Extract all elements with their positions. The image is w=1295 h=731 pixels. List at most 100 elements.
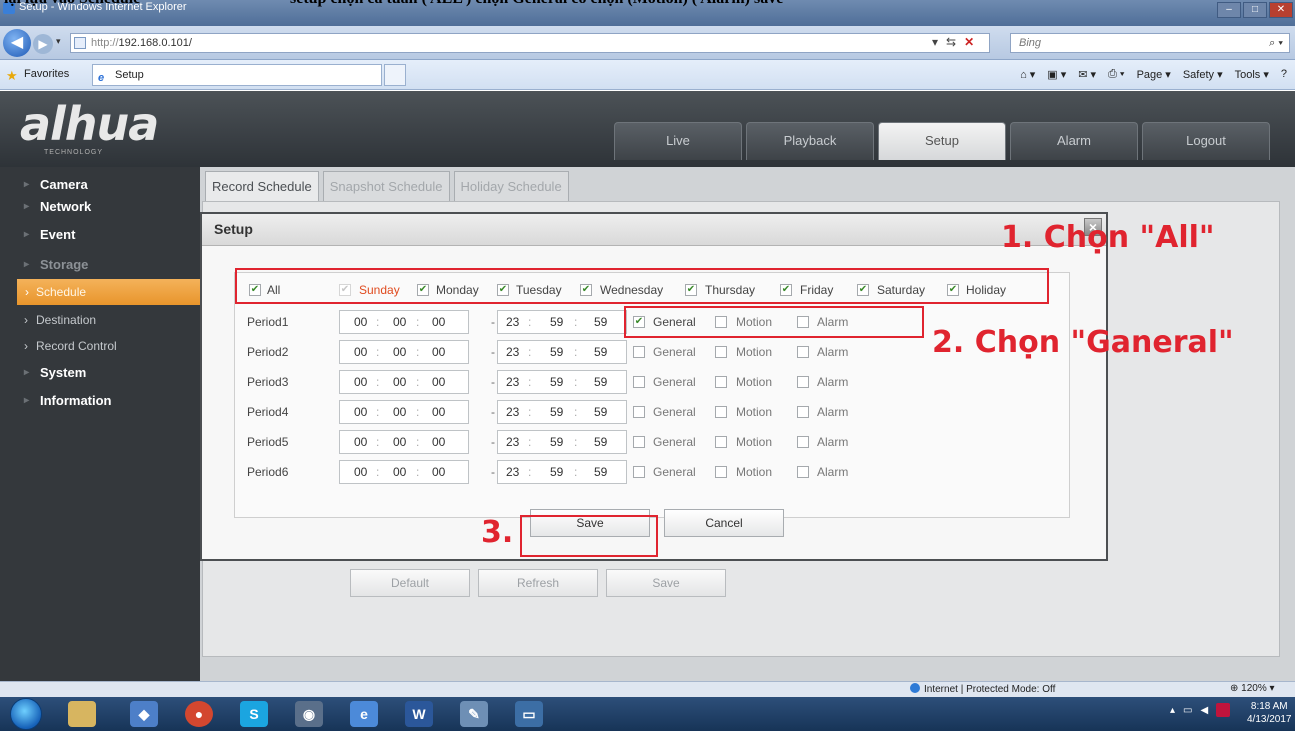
general-checkbox[interactable] xyxy=(633,376,645,388)
tray-arrow-icon[interactable]: ▴ xyxy=(1170,705,1175,716)
start-time-input[interactable]: 00: 00: 00 xyxy=(339,430,469,454)
action-center-icon[interactable] xyxy=(1216,703,1231,717)
search-input[interactable]: Bing ⌕ ▾ xyxy=(1010,33,1290,53)
start-time-input[interactable]: 00: 00: 00 xyxy=(339,400,469,424)
word-icon[interactable]: W xyxy=(405,701,433,727)
forward-button[interactable]: ▶ xyxy=(33,34,53,54)
url-scheme: http:// xyxy=(91,37,119,49)
annotation-box-general xyxy=(624,306,924,338)
sidebar-item-schedule[interactable]: Schedule xyxy=(17,279,200,305)
chrome-icon[interactable]: ● xyxy=(185,701,213,727)
vlc-icon[interactable]: ◆ xyxy=(130,701,158,727)
search-icon[interactable]: ⌕ ▾ xyxy=(1269,34,1283,52)
motion-label: Motion xyxy=(736,435,773,449)
favorites-button[interactable]: Favorites xyxy=(24,68,69,80)
nav-live[interactable]: Live xyxy=(614,122,742,160)
general-label: General xyxy=(653,345,696,359)
sidebar-item-system[interactable]: System xyxy=(0,359,200,387)
page-header: alhua TECHNOLOGY Live Playback Setup Ala… xyxy=(0,91,1295,167)
history-dropdown-icon[interactable]: ▾ xyxy=(56,36,61,47)
tools-menu[interactable]: Tools ▾ xyxy=(1235,68,1269,81)
general-label: General xyxy=(653,375,696,389)
tab-holiday-schedule[interactable]: Holiday Schedule xyxy=(453,171,569,201)
sidebar-item-destination[interactable]: Destination xyxy=(0,307,200,333)
nav-alarm[interactable]: Alarm xyxy=(1010,122,1138,160)
end-time-input[interactable]: 23: 59: 59 xyxy=(497,370,627,394)
taskbar-clock[interactable]: 8:18 AM 4/13/2017 xyxy=(1247,700,1292,726)
skype-icon[interactable]: S xyxy=(240,701,268,727)
dropdown-icon[interactable]: ▾ xyxy=(932,35,938,49)
motion-checkbox[interactable] xyxy=(715,466,727,478)
motion-checkbox[interactable] xyxy=(715,346,727,358)
alarm-checkbox[interactable] xyxy=(797,346,809,358)
explorer-icon[interactable] xyxy=(68,701,96,727)
dialog-cancel-button[interactable]: Cancel xyxy=(664,509,784,537)
stop-icon[interactable]: ✕ xyxy=(964,35,974,49)
motion-label: Motion xyxy=(736,345,773,359)
start-time-input[interactable]: 00: 00: 00 xyxy=(339,370,469,394)
alarm-checkbox[interactable] xyxy=(797,376,809,388)
page-menu[interactable]: Page ▾ xyxy=(1137,68,1171,81)
print-icon[interactable]: ⎙ ▾ xyxy=(1108,68,1124,81)
windows-taskbar: ◆ ● S ◉ e W ✎ ▭ ▴ ▭ ◀ 8:18 AM 4/13/2017 xyxy=(0,697,1295,731)
help-icon[interactable]: ? xyxy=(1281,68,1287,81)
nav-logout[interactable]: Logout xyxy=(1142,122,1270,160)
sidebar-item-network[interactable]: Network xyxy=(0,193,200,221)
home-icon[interactable]: ⌂ ▾ xyxy=(1020,68,1035,81)
favorites-star-icon[interactable]: ★ xyxy=(6,68,18,84)
end-time-input[interactable]: 23: 59: 59 xyxy=(497,310,627,334)
feeds-icon[interactable]: ▣ ▾ xyxy=(1047,68,1066,81)
sidebar-item-information[interactable]: Information xyxy=(0,387,200,415)
mail-icon[interactable]: ✉ ▾ xyxy=(1078,68,1096,81)
general-checkbox[interactable] xyxy=(633,346,645,358)
period-row: Period3 00: 00: 00 - 23: 59: 59 General xyxy=(235,367,1069,397)
network-icon[interactable]: ▭ xyxy=(1183,705,1192,716)
start-time-input[interactable]: 00: 00: 00 xyxy=(339,310,469,334)
start-button[interactable] xyxy=(10,698,42,730)
ie-tab-icon: e xyxy=(98,72,105,84)
ie-taskbar-icon[interactable]: e xyxy=(350,701,378,727)
end-time-input[interactable]: 23: 59: 59 xyxy=(497,340,627,364)
alarm-checkbox[interactable] xyxy=(797,436,809,448)
browser-tab-setup[interactable]: e Setup xyxy=(92,64,382,86)
general-checkbox[interactable] xyxy=(633,406,645,418)
tab-snapshot-schedule[interactable]: Snapshot Schedule xyxy=(322,171,450,201)
motion-checkbox[interactable] xyxy=(715,376,727,388)
url-input[interactable]: http://192.168.0.101/ xyxy=(70,33,990,53)
page-save-button[interactable]: Save xyxy=(606,569,726,597)
camera-app-icon[interactable]: ◉ xyxy=(295,701,323,727)
sidebar-item-storage[interactable]: Storage xyxy=(0,251,200,279)
alarm-checkbox[interactable] xyxy=(797,406,809,418)
start-time-input[interactable]: 00: 00: 00 xyxy=(339,460,469,484)
browser-tab-label: Setup xyxy=(115,69,144,81)
alarm-checkbox[interactable] xyxy=(797,466,809,478)
alarm-label: Alarm xyxy=(817,345,849,359)
default-button[interactable]: Default xyxy=(350,569,470,597)
general-checkbox[interactable] xyxy=(633,436,645,448)
period-name: Period3 xyxy=(247,375,289,389)
refresh-button[interactable]: Refresh xyxy=(478,569,598,597)
refresh-icon[interactable]: ⇆ xyxy=(946,35,956,49)
sidebar-item-event[interactable]: Event xyxy=(0,221,200,249)
motion-checkbox[interactable] xyxy=(715,406,727,418)
end-time-input[interactable]: 23: 59: 59 xyxy=(497,400,627,424)
safety-menu[interactable]: Safety ▾ xyxy=(1183,68,1223,81)
general-checkbox[interactable] xyxy=(633,466,645,478)
zoom-level[interactable]: ⊕ 120% ▾ xyxy=(1230,683,1275,694)
paint-icon[interactable]: ✎ xyxy=(460,701,488,727)
caption-mid: setup chọn cả tuần ( ALL ) chọn General … xyxy=(290,0,783,8)
end-time-input[interactable]: 23: 59: 59 xyxy=(497,460,627,484)
new-tab-button[interactable] xyxy=(384,64,406,86)
nav-playback[interactable]: Playback xyxy=(746,122,874,160)
volume-icon[interactable]: ◀ xyxy=(1200,705,1208,716)
remote-desktop-icon[interactable]: ▭ xyxy=(515,701,543,727)
range-dash: - xyxy=(491,405,495,419)
caption-left: lại lựa vào Schedule xyxy=(4,0,140,8)
tab-record-schedule[interactable]: Record Schedule xyxy=(205,171,319,201)
back-button[interactable]: ◀ xyxy=(3,29,31,57)
start-time-input[interactable]: 00: 00: 00 xyxy=(339,340,469,364)
end-time-input[interactable]: 23: 59: 59 xyxy=(497,430,627,454)
nav-setup[interactable]: Setup xyxy=(878,122,1006,160)
sidebar-item-record-control[interactable]: Record Control xyxy=(0,333,200,359)
motion-checkbox[interactable] xyxy=(715,436,727,448)
